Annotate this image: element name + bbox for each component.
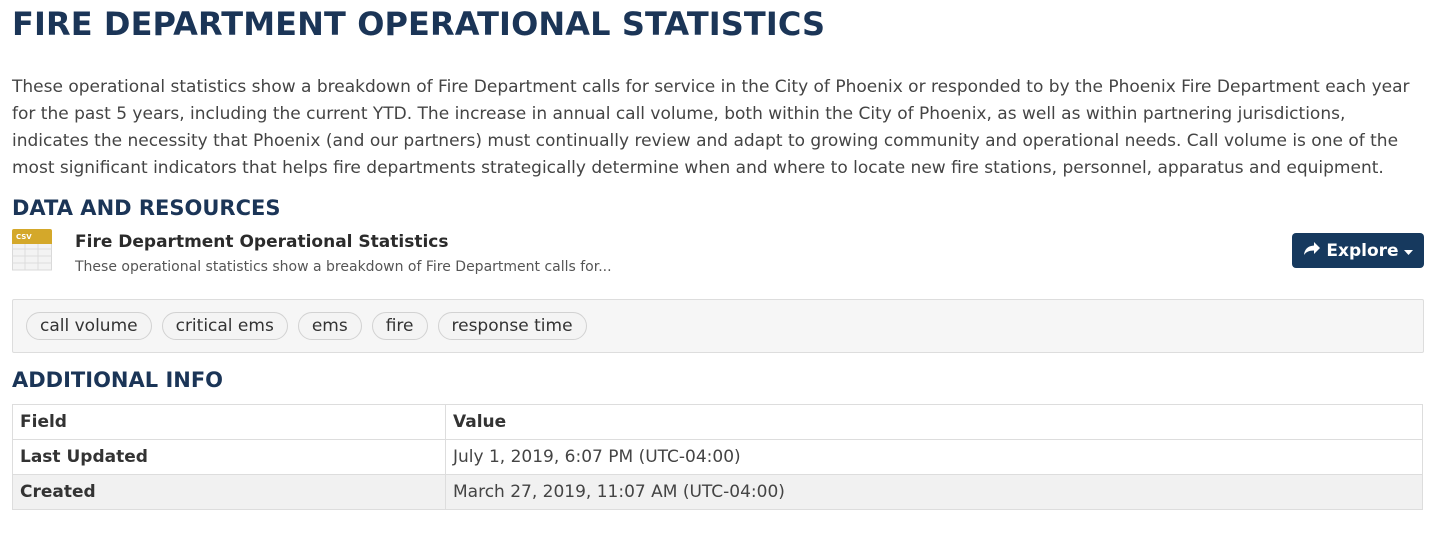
column-header-value: Value xyxy=(445,404,1423,440)
explore-label: Explore xyxy=(1326,240,1399,261)
table-header-row: Field Value xyxy=(12,404,1423,440)
share-arrow-icon xyxy=(1303,241,1321,261)
resource-description: These operational statistics show a brea… xyxy=(75,259,612,275)
tag-list: call volume critical ems ems fire respon… xyxy=(12,299,1424,353)
table-row: Created March 27, 2019, 11:07 AM (UTC-04… xyxy=(12,474,1423,510)
resource-title-link[interactable]: Fire Department Operational Statistics xyxy=(75,232,448,252)
dataset-description: These operational statistics show a brea… xyxy=(12,77,1410,178)
tag-critical-ems[interactable]: critical ems xyxy=(161,312,288,340)
additional-info-heading: ADDITIONAL INFO xyxy=(12,368,224,392)
caret-down-icon xyxy=(1403,241,1413,261)
page-title: FIRE DEPARTMENT OPERATIONAL STATISTICS xyxy=(12,5,826,43)
svg-text:CSV: CSV xyxy=(16,233,32,241)
tag-fire[interactable]: fire xyxy=(371,312,428,340)
csv-file-icon: CSV xyxy=(12,229,52,271)
value-cell: July 1, 2019, 6:07 PM (UTC-04:00) xyxy=(445,439,1423,475)
field-cell: Last Updated xyxy=(12,439,446,475)
table-row: Last Updated July 1, 2019, 6:07 PM (UTC-… xyxy=(12,439,1423,475)
resource-item[interactable]: CSV Fire Department Operational Statisti… xyxy=(12,228,1424,294)
tag-response-time[interactable]: response time xyxy=(437,312,587,340)
additional-info-table: Field Value Last Updated July 1, 2019, 6… xyxy=(12,404,1423,510)
dataset-page: FIRE DEPARTMENT OPERATIONAL STATISTICS T… xyxy=(0,0,1438,539)
value-cell: March 27, 2019, 11:07 AM (UTC-04:00) xyxy=(445,474,1423,510)
explore-button[interactable]: Explore xyxy=(1292,233,1424,268)
tag-call-volume[interactable]: call volume xyxy=(26,312,152,340)
resources-heading: DATA AND RESOURCES xyxy=(12,196,281,220)
column-header-field: Field xyxy=(12,404,446,440)
tag-ems[interactable]: ems xyxy=(297,312,362,340)
field-cell: Created xyxy=(12,474,446,510)
